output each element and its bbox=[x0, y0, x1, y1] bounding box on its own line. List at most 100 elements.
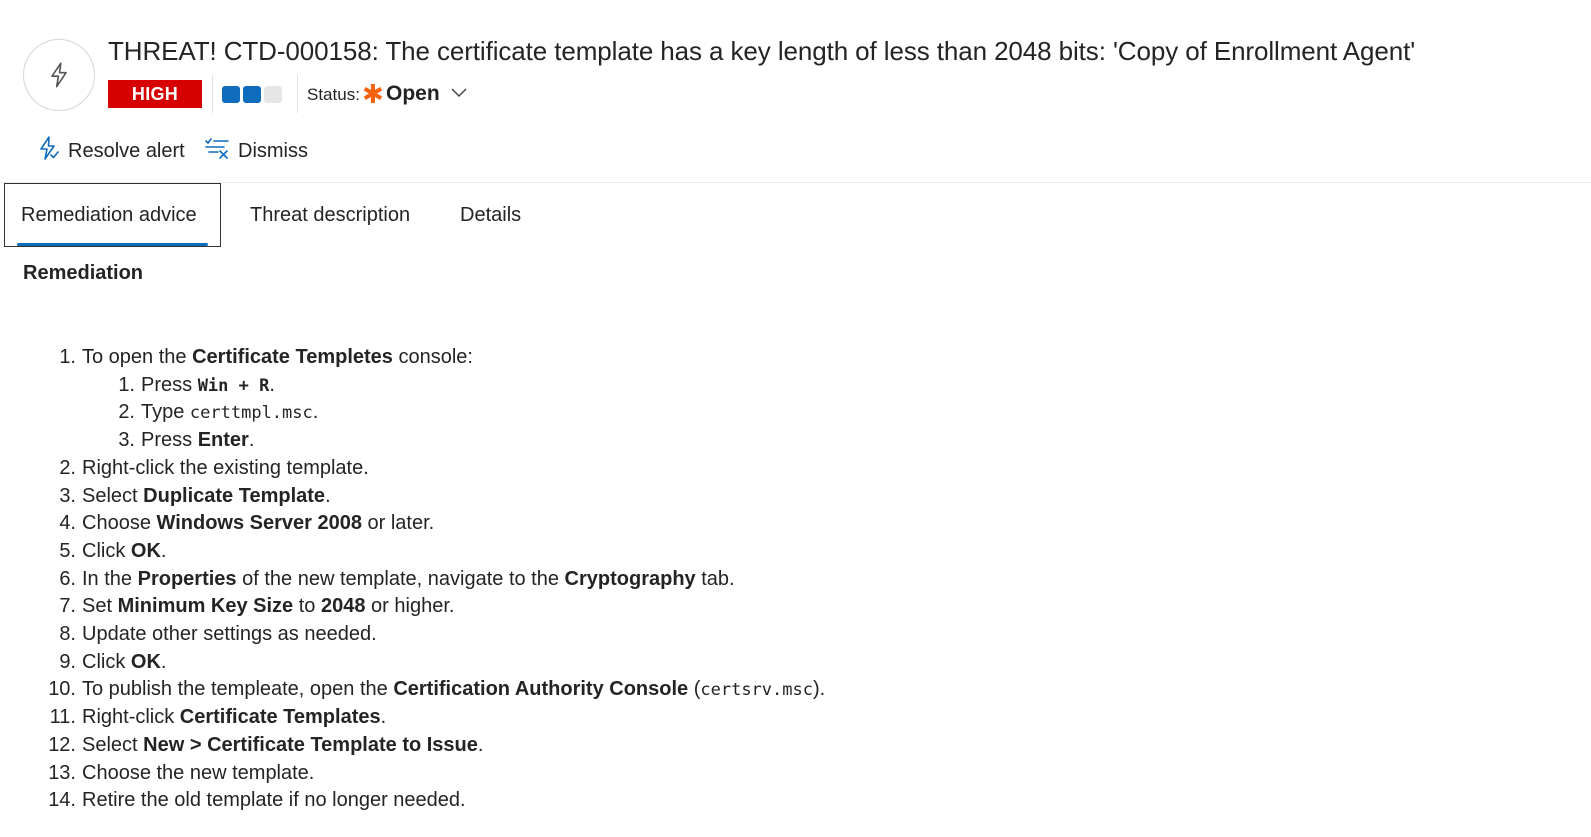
text: or later. bbox=[361, 512, 435, 535]
text: Update other settings as needed. bbox=[82, 623, 377, 645]
bold-text: New > Certificate Template to Issue bbox=[143, 733, 478, 756]
code-text: Win + R bbox=[197, 375, 270, 396]
bold-text: Windows Server 2008 bbox=[156, 512, 362, 535]
confidence-segment-filled bbox=[222, 86, 240, 103]
tab-remediation-advice[interactable]: Remediation advice bbox=[4, 183, 221, 247]
text: Set bbox=[82, 595, 118, 618]
text: Right-click bbox=[82, 706, 180, 729]
bold-text: Minimum Key Size bbox=[117, 595, 294, 618]
text: . bbox=[160, 539, 167, 562]
list-number: 6. bbox=[59, 567, 76, 590]
alert-header: THREAT! CTD-000158: The certificate temp… bbox=[0, 0, 1591, 130]
bold-text: OK bbox=[130, 650, 161, 673]
confidence-indicator bbox=[222, 86, 282, 103]
text: Choose bbox=[82, 512, 157, 535]
section-title: Remediation bbox=[23, 262, 144, 284]
text: . bbox=[269, 373, 275, 396]
text: tab. bbox=[695, 567, 735, 590]
text: To publish the templeate, open the bbox=[82, 678, 394, 701]
list-item: 5. Click OK. bbox=[46, 537, 166, 565]
list-number: 2. bbox=[59, 456, 76, 479]
tab-label: Threat description bbox=[250, 203, 411, 226]
chevron-down-icon[interactable] bbox=[450, 86, 468, 105]
bold-text: Certificate Templates bbox=[179, 706, 381, 729]
text: . bbox=[160, 650, 167, 673]
list-number: 14. bbox=[48, 789, 76, 812]
list-item: 6. In the Properties of the new template,… bbox=[46, 565, 735, 593]
list-item: 12. Select New > Certificate Template to … bbox=[46, 731, 483, 759]
bold-text: Enter bbox=[197, 429, 249, 452]
list-number: 3. bbox=[118, 429, 135, 452]
text: Retire the old template if no longer nee… bbox=[82, 789, 466, 812]
asterisk-icon: ✱ bbox=[362, 79, 384, 109]
list-number: 7. bbox=[59, 595, 76, 618]
text: Press bbox=[141, 429, 198, 452]
bold-text: Duplicate Template bbox=[143, 484, 326, 507]
confidence-segment-filled bbox=[243, 86, 261, 103]
list-number: 13. bbox=[48, 761, 76, 784]
bold-text: OK bbox=[130, 539, 161, 562]
list-item: 1. To open the Certificate Templetes cons… bbox=[46, 343, 473, 371]
text: In the bbox=[82, 567, 138, 590]
text: . bbox=[248, 429, 255, 452]
list-item: 3. Select Duplicate Template. bbox=[46, 482, 331, 510]
list-item: 11. Right-click Certificate Templates. bbox=[46, 703, 387, 731]
resolve-alert-label: Resolve alert bbox=[68, 139, 185, 162]
bold-text: Certification Authority Console bbox=[393, 678, 689, 701]
list-number: 11. bbox=[49, 706, 76, 729]
page-title: THREAT! CTD-000158: The certificate temp… bbox=[108, 36, 1416, 66]
bold-text: Cryptography bbox=[564, 567, 696, 590]
list-item: 14. Retire the old template if no longer … bbox=[46, 786, 466, 814]
list-number: 12. bbox=[48, 733, 76, 756]
text: Select bbox=[82, 484, 144, 507]
tab-label: Details bbox=[460, 203, 522, 226]
action-toolbar: Resolve alert Dismiss bbox=[0, 134, 400, 170]
text: Right-click the existing template. bbox=[82, 456, 369, 479]
sub-list-item: 2. Type certtmpl.msc. bbox=[105, 398, 318, 426]
tab-threat-description[interactable]: Threat description bbox=[250, 183, 410, 247]
dismiss-label: Dismiss bbox=[238, 139, 308, 162]
text: or higher. bbox=[365, 595, 455, 618]
text: Type bbox=[141, 401, 190, 424]
lightning-icon bbox=[23, 39, 95, 111]
code-text: certsrv.msc bbox=[700, 680, 813, 701]
text: ( bbox=[688, 678, 701, 701]
bold-text: 2048 bbox=[320, 595, 366, 618]
sub-list-item: 1. Press Win + R. bbox=[105, 371, 275, 399]
status-value[interactable]: Open bbox=[386, 82, 440, 106]
text: . bbox=[325, 484, 331, 507]
text: console: bbox=[392, 346, 473, 368]
tab-bar: Remediation advice Threat description De… bbox=[0, 183, 1591, 249]
divider bbox=[212, 75, 213, 113]
status-label: Status: bbox=[307, 85, 360, 104]
tab-details[interactable]: Details bbox=[460, 183, 521, 247]
list-number: 10. bbox=[48, 678, 76, 701]
list-number: 2. bbox=[118, 401, 135, 424]
sub-list-item: 3. Press Enter. bbox=[105, 426, 254, 454]
list-number: 8. bbox=[59, 623, 76, 645]
tab-label: Remediation advice bbox=[21, 203, 197, 226]
list-number: 4. bbox=[59, 512, 76, 535]
text: . bbox=[477, 733, 484, 756]
divider bbox=[297, 75, 298, 113]
text: Click bbox=[82, 650, 131, 673]
text: ). bbox=[812, 678, 826, 701]
bold-text: Certificate Templetes bbox=[192, 346, 393, 368]
list-item: 7. Set Minimum Key Size to 2048 or higher… bbox=[46, 592, 454, 620]
lightning-icon bbox=[36, 135, 60, 167]
text: Choose the new template. bbox=[82, 761, 315, 784]
list-item: 9. Click OK. bbox=[46, 648, 166, 676]
resolve-alert-button[interactable]: Resolve alert bbox=[36, 134, 185, 168]
list-item: 8. Update other settings as needed. bbox=[46, 620, 377, 648]
list-item: 4. Choose Windows Server 2008 or later. bbox=[46, 509, 434, 537]
list-item: 13. Choose the new template. bbox=[46, 759, 314, 787]
active-tab-indicator bbox=[17, 243, 208, 246]
text: Select bbox=[82, 733, 144, 756]
list-number: 5. bbox=[59, 539, 76, 562]
text: of the new template, navigate to the bbox=[236, 567, 565, 590]
list-number: 9. bbox=[59, 650, 76, 673]
list-number: 1. bbox=[59, 346, 76, 368]
list-item: 2. Right-click the existing template. bbox=[46, 454, 369, 482]
text: Press bbox=[141, 373, 198, 396]
dismiss-button[interactable]: Dismiss bbox=[204, 134, 308, 168]
